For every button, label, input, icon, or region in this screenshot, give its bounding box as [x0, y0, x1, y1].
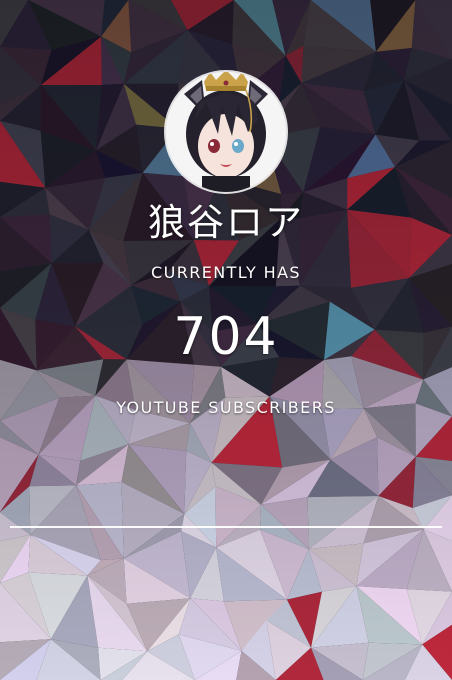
avatar — [166, 72, 286, 192]
channel-name: 狼谷ロア — [148, 201, 304, 244]
subscriber-count: 704 — [173, 307, 279, 367]
youtube-subscribers-label: YOUTUBE SUBSCRIBERS — [116, 398, 336, 417]
divider — [10, 526, 442, 528]
vtuber-avatar-icon — [166, 72, 286, 192]
currently-has-label: CURRENTLY HAS — [151, 263, 301, 282]
